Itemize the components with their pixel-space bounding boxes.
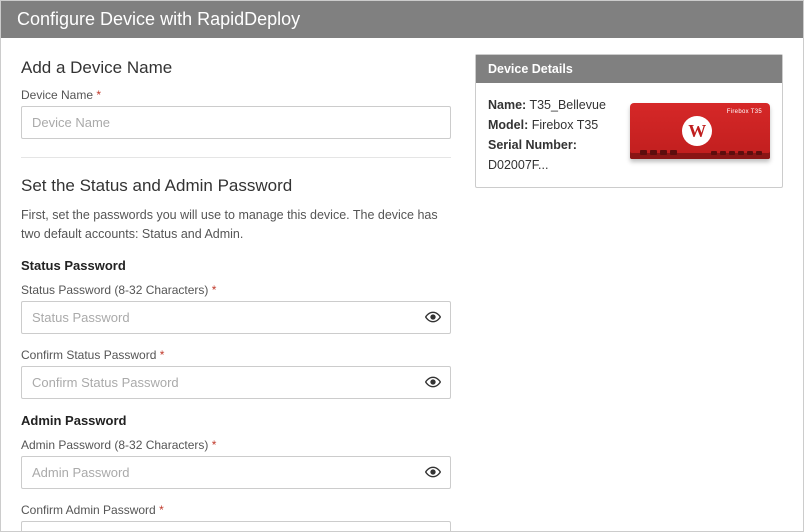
add-device-name-heading: Add a Device Name <box>21 58 451 78</box>
status-password-subheading: Status Password <box>21 258 451 273</box>
firebox-right-ports <box>711 151 762 155</box>
detail-model-value: Firebox T35 <box>532 118 598 132</box>
firebox-illustration: Firebox T35 W <box>630 103 770 159</box>
required-marker: * <box>212 438 217 452</box>
details-column: Device Details Name: T35_Bellevue Model:… <box>475 54 783 532</box>
device-details-text: Name: T35_Bellevue Model: Firebox T35 Se… <box>488 95 618 175</box>
status-password-label-text: Status Password (8-32 Characters) <box>21 283 208 297</box>
confirm-admin-password-field: Confirm Admin Password * <box>21 503 451 532</box>
admin-password-subheading: Admin Password <box>21 413 451 428</box>
page-title: Configure Device with RapidDeploy <box>1 1 803 38</box>
watchguard-logo-icon: W <box>682 116 712 146</box>
set-passwords-heading: Set the Status and Admin Password <box>21 176 451 196</box>
confirm-status-password-label: Confirm Status Password * <box>21 348 451 362</box>
confirm-status-password-field: Confirm Status Password * <box>21 348 451 399</box>
device-name-input[interactable] <box>21 106 451 139</box>
confirm-admin-password-input[interactable] <box>21 521 451 532</box>
detail-serial-label: Serial Number: <box>488 138 577 152</box>
content-area: Add a Device Name Device Name * Set the … <box>1 38 803 532</box>
admin-password-field: Admin Password (8-32 Characters) * <box>21 438 451 489</box>
status-password-input[interactable] <box>21 301 451 334</box>
confirm-admin-password-label-text: Confirm Admin Password <box>21 503 156 517</box>
firebox-left-ports <box>640 150 677 155</box>
device-name-label-text: Device Name <box>21 88 93 102</box>
separator <box>21 157 451 158</box>
form-column: Add a Device Name Device Name * Set the … <box>21 54 451 532</box>
eye-icon[interactable] <box>425 309 441 325</box>
detail-model-label: Model: <box>488 118 528 132</box>
required-marker: * <box>212 283 217 297</box>
eye-icon[interactable] <box>425 374 441 390</box>
passwords-helper: First, set the passwords you will use to… <box>21 206 451 244</box>
detail-name-value: T35_Bellevue <box>529 98 605 112</box>
config-window: Configure Device with RapidDeploy Add a … <box>0 0 804 532</box>
device-name-field: Device Name * <box>21 88 451 139</box>
device-details-header: Device Details <box>476 55 782 83</box>
detail-serial-value: D02007F... <box>488 158 548 172</box>
device-image: Firebox T35 W <box>630 95 770 167</box>
confirm-admin-password-label: Confirm Admin Password * <box>21 503 451 517</box>
device-details-panel: Device Details Name: T35_Bellevue Model:… <box>475 54 783 188</box>
required-marker: * <box>160 348 165 362</box>
status-password-label: Status Password (8-32 Characters) * <box>21 283 451 297</box>
firebox-brand-label: Firebox T35 <box>727 109 762 115</box>
confirm-status-password-label-text: Confirm Status Password <box>21 348 156 362</box>
confirm-status-password-input[interactable] <box>21 366 451 399</box>
admin-password-input[interactable] <box>21 456 451 489</box>
required-marker: * <box>159 503 164 517</box>
device-name-label: Device Name * <box>21 88 451 102</box>
device-details-body: Name: T35_Bellevue Model: Firebox T35 Se… <box>476 83 782 187</box>
detail-name-label: Name: <box>488 98 526 112</box>
required-marker: * <box>96 88 101 102</box>
eye-icon[interactable] <box>425 464 441 480</box>
admin-password-label-text: Admin Password (8-32 Characters) <box>21 438 208 452</box>
admin-password-label: Admin Password (8-32 Characters) * <box>21 438 451 452</box>
status-password-field: Status Password (8-32 Characters) * <box>21 283 451 334</box>
